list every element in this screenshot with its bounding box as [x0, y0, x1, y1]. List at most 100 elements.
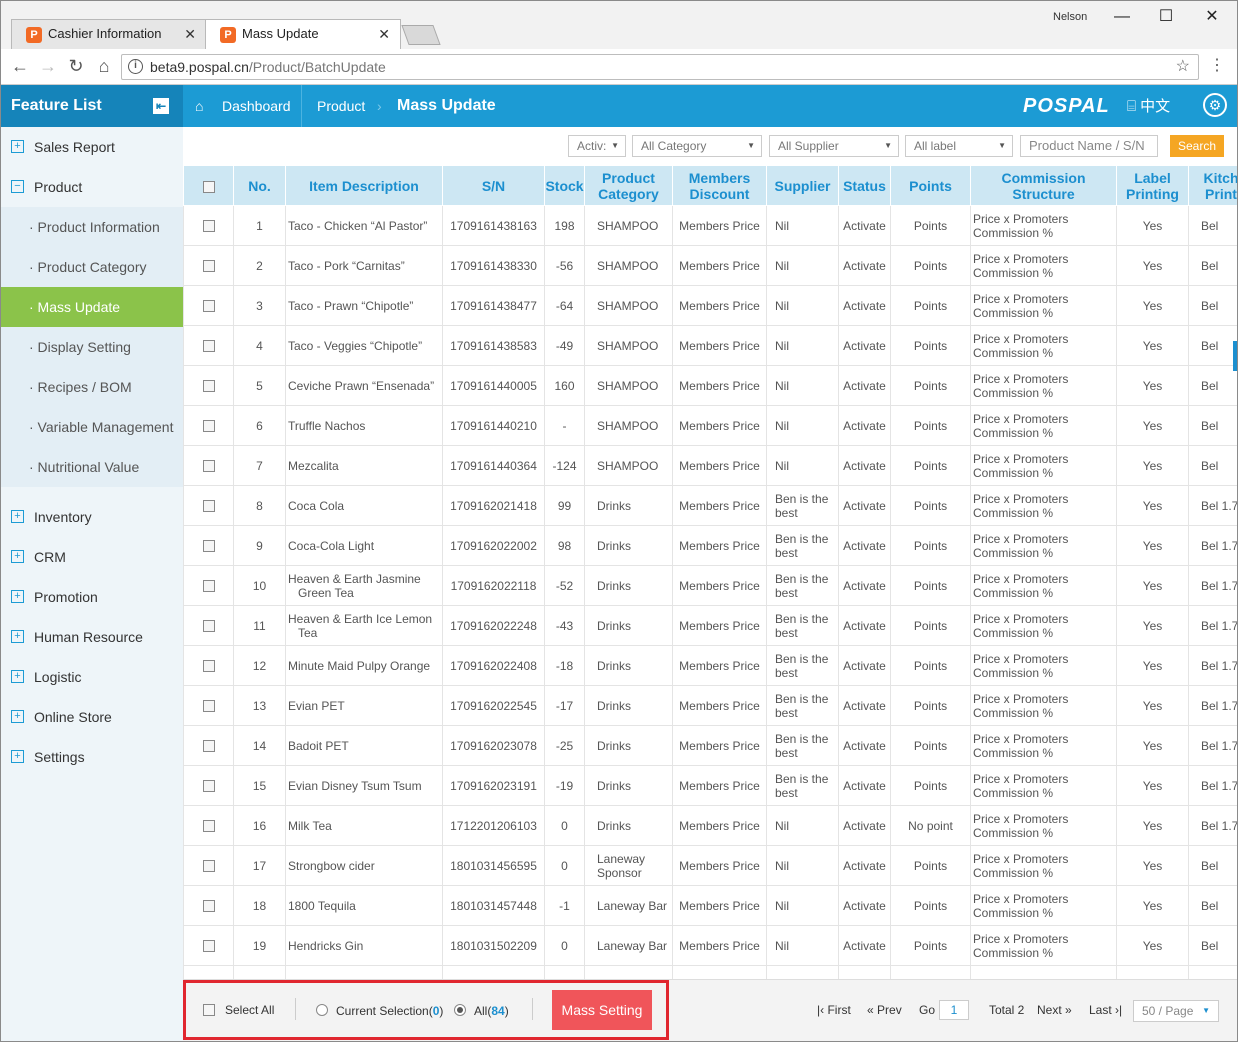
label-filter-select[interactable]: All label ▼: [905, 135, 1013, 157]
row-checkbox-cell[interactable]: [183, 325, 234, 366]
select-all-header-checkbox[interactable]: [183, 165, 234, 206]
info-icon[interactable]: i: [128, 59, 143, 74]
row-checkbox-cell[interactable]: [183, 805, 234, 846]
sidebar-item-human-resource[interactable]: + Human Resource: [1, 617, 183, 657]
sidebar-item-sales-report[interactable]: + Sales Report: [1, 127, 183, 167]
current-selection-radio[interactable]: [316, 1004, 328, 1016]
tab-mass-update[interactable]: P Mass Update ✕: [205, 19, 401, 49]
sidebar-subitem-recipes-bom[interactable]: · Recipes / BOM: [1, 367, 183, 407]
row-checkbox-cell[interactable]: [183, 725, 234, 766]
browser-menu-icon[interactable]: ⋮: [1209, 55, 1225, 77]
bookmark-star-icon[interactable]: ☆: [1176, 55, 1190, 79]
sidebar-item-logistic[interactable]: + Logistic: [1, 657, 183, 697]
row-checkbox[interactable]: [202, 420, 215, 433]
row-checkbox[interactable]: [202, 860, 215, 873]
mass-setting-button[interactable]: Mass Setting: [552, 990, 652, 1030]
maximize-icon[interactable]: ☐: [1143, 1, 1189, 33]
row-checkbox[interactable]: [202, 460, 215, 473]
sidebar-item-crm[interactable]: + CRM: [1, 537, 183, 577]
row-checkbox[interactable]: [202, 380, 215, 393]
reload-icon[interactable]: ↻: [65, 55, 87, 77]
row-checkbox-cell[interactable]: [183, 365, 234, 406]
row-checkbox-cell[interactable]: [183, 245, 234, 286]
language-switch[interactable]: ⌸ 中文: [1127, 95, 1170, 116]
row-checkbox-cell[interactable]: [183, 685, 234, 726]
row-checkbox[interactable]: [202, 940, 215, 953]
category-filter-select[interactable]: All Category ▼: [632, 135, 762, 157]
forward-icon[interactable]: →: [37, 55, 59, 77]
minimize-icon[interactable]: —: [1099, 1, 1145, 33]
product-category: SHAMPOO: [597, 378, 659, 393]
per-page-select[interactable]: 50 / Page ▼: [1133, 1000, 1219, 1022]
row-checkbox-cell[interactable]: [183, 925, 234, 966]
row-checkbox-cell[interactable]: [183, 845, 234, 886]
row-checkbox[interactable]: [202, 620, 215, 633]
prev-page-button[interactable]: « Prev: [867, 1003, 902, 1017]
label-printing-cell: Yes: [1116, 325, 1189, 366]
scroll-indicator[interactable]: [1233, 341, 1237, 371]
row-checkbox[interactable]: [202, 220, 215, 233]
row-checkbox-cell[interactable]: [183, 605, 234, 646]
row-checkbox-cell[interactable]: [183, 205, 234, 246]
row-checkbox[interactable]: [202, 740, 215, 753]
row-checkbox[interactable]: [202, 340, 215, 353]
first-page-button[interactable]: |‹ First: [817, 1003, 851, 1017]
all-radio[interactable]: [454, 1004, 466, 1016]
back-icon[interactable]: ←: [9, 55, 31, 77]
table-row: 8 Coca Cola 1709162021418 99 Drinks Members P…: [183, 485, 1237, 526]
breadcrumb-dashboard[interactable]: Dashboard: [222, 85, 291, 127]
supplier-filter-select[interactable]: All Supplier ▼: [769, 135, 899, 157]
row-checkbox[interactable]: [202, 900, 215, 913]
row-checkbox[interactable]: [202, 540, 215, 553]
close-tab-icon[interactable]: ✕: [378, 20, 390, 48]
row-checkbox-cell[interactable]: [183, 765, 234, 806]
sidebar-subitem-display-setting[interactable]: · Display Setting: [1, 327, 183, 367]
close-window-icon[interactable]: ✕: [1189, 1, 1235, 33]
row-checkbox-cell[interactable]: [183, 965, 234, 979]
row-checkbox-cell[interactable]: [183, 405, 234, 446]
sidebar-item-inventory[interactable]: + Inventory: [1, 497, 183, 537]
settings-gear-icon[interactable]: ⚙: [1203, 93, 1227, 117]
next-page-button[interactable]: Next »: [1037, 1003, 1072, 1017]
sidebar-subitem-variable-management[interactable]: · Variable Management: [1, 407, 183, 447]
collapse-sidebar-icon[interactable]: ⇤: [153, 98, 169, 114]
sidebar-subitem-product-category[interactable]: · Product Category: [1, 247, 183, 287]
row-checkbox-cell[interactable]: [183, 445, 234, 486]
row-checkbox[interactable]: [202, 660, 215, 673]
last-page-button[interactable]: Last ›|: [1089, 1003, 1122, 1017]
sidebar-item-online-store[interactable]: + Online Store: [1, 697, 183, 737]
row-checkbox[interactable]: [202, 780, 215, 793]
new-tab-button[interactable]: [401, 25, 441, 45]
home-icon[interactable]: ⌂: [195, 85, 203, 127]
row-checkbox-cell[interactable]: [183, 285, 234, 326]
home-icon[interactable]: ⌂: [93, 55, 115, 77]
tab-cashier-information[interactable]: P Cashier Information ✕: [11, 19, 207, 49]
sidebar-subitem-mass-update[interactable]: · Mass Update: [1, 287, 183, 327]
sidebar-item-settings[interactable]: + Settings: [1, 737, 183, 777]
url-input[interactable]: i beta9.pospal.cn/Product/BatchUpdate ☆: [121, 54, 1199, 80]
search-input[interactable]: Product Name / S/N: [1020, 135, 1158, 157]
breadcrumb-product[interactable]: Product: [317, 85, 365, 127]
row-checkbox-cell[interactable]: [183, 885, 234, 926]
row-checkbox-cell[interactable]: [183, 485, 234, 526]
page-number-input[interactable]: 1: [939, 1000, 969, 1020]
row-checkbox-cell[interactable]: [183, 565, 234, 606]
row-checkbox[interactable]: [202, 700, 215, 713]
row-checkbox-cell[interactable]: [183, 645, 234, 686]
row-checkbox[interactable]: [202, 580, 215, 593]
status-filter-select[interactable]: Activ: ▼: [568, 135, 626, 157]
row-checkbox-cell[interactable]: [183, 525, 234, 566]
sidebar-subitem-product-information[interactable]: · Product Information: [1, 207, 183, 247]
sidebar-item-product[interactable]: − Product: [1, 167, 183, 207]
sidebar-subitem-nutritional-value[interactable]: · Nutritional Value: [1, 447, 183, 487]
row-checkbox[interactable]: [202, 300, 215, 313]
checkbox[interactable]: [202, 180, 215, 193]
url-path: /Product/BatchUpdate: [248, 59, 386, 75]
sidebar-item-promotion[interactable]: + Promotion: [1, 577, 183, 617]
row-checkbox[interactable]: [202, 500, 215, 513]
row-checkbox[interactable]: [202, 820, 215, 833]
search-button[interactable]: Search: [1170, 135, 1224, 157]
row-checkbox[interactable]: [202, 260, 215, 273]
close-tab-icon[interactable]: ✕: [184, 20, 196, 48]
select-all-checkbox[interactable]: [203, 1004, 215, 1016]
